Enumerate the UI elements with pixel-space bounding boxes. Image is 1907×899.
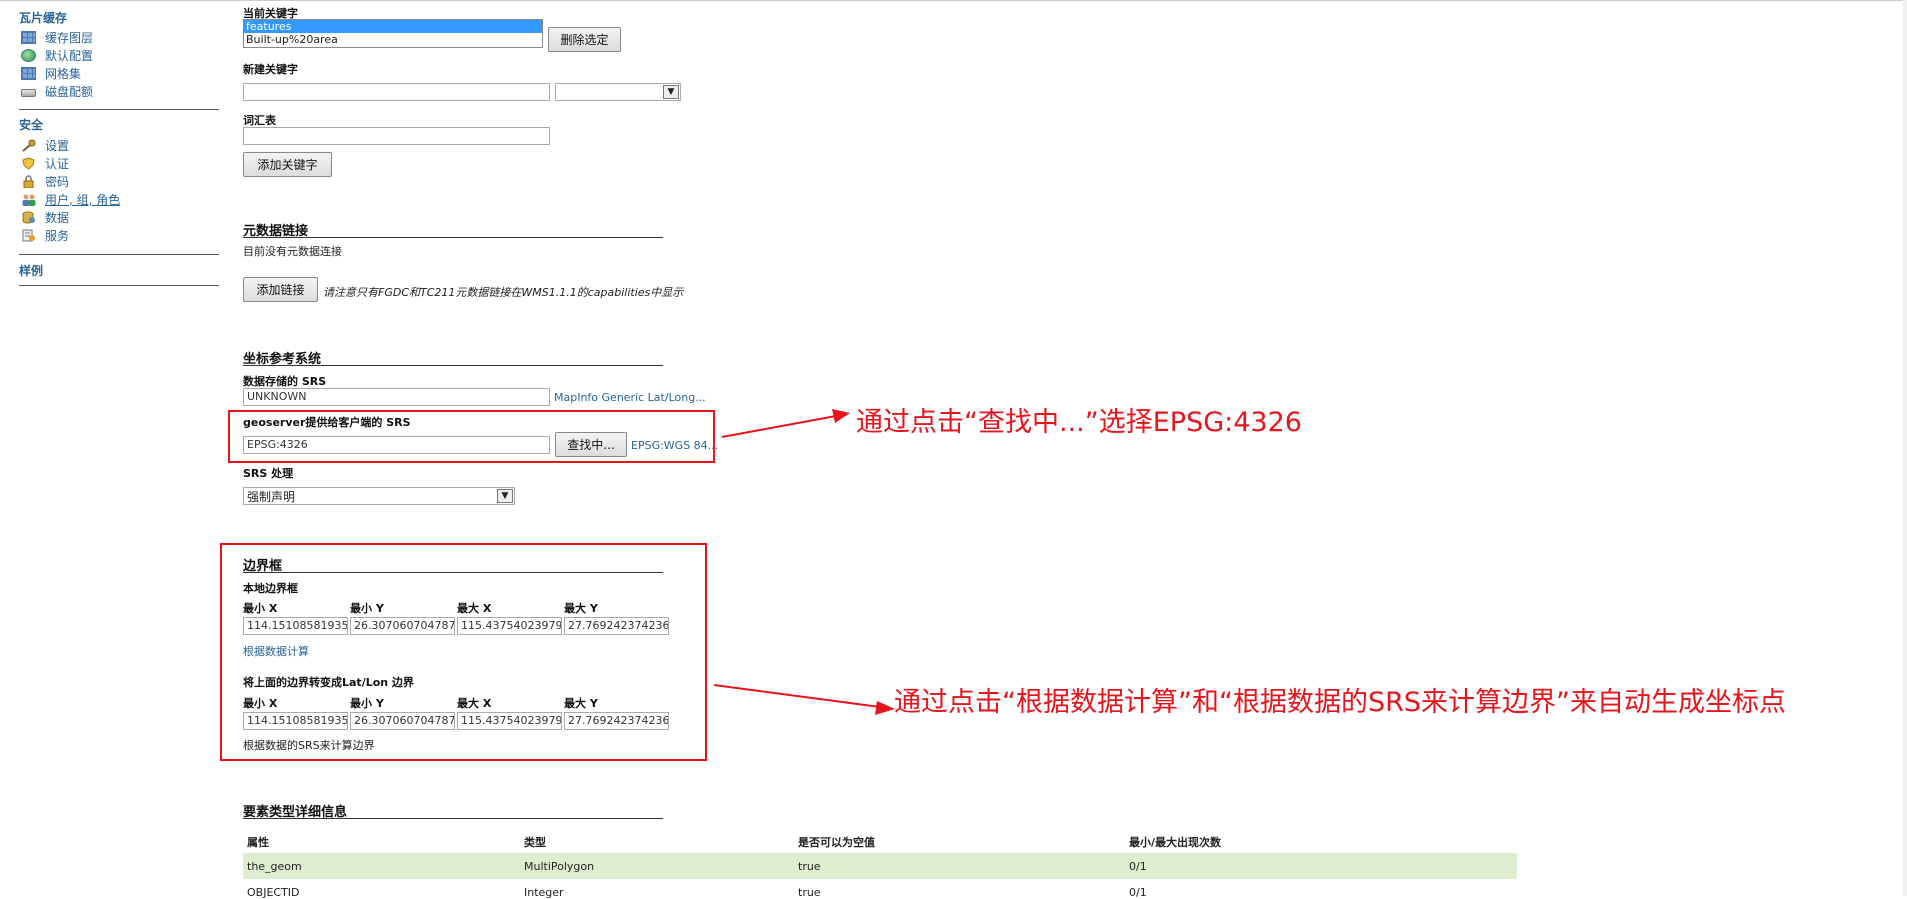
annotation-note-srs: 通过点击“查找中...”选择EPSG:4326 bbox=[856, 407, 1302, 438]
arrow-icon bbox=[721, 409, 850, 438]
annotation-arrows bbox=[713, 409, 895, 715]
arrow-icon bbox=[713, 684, 895, 715]
scrollbar[interactable] bbox=[1903, 0, 1907, 896]
annotation-note-bbox: 通过点击“根据数据计算”和“根据数据的SRS来计算边界”来自动生成坐标点 bbox=[894, 687, 1786, 718]
